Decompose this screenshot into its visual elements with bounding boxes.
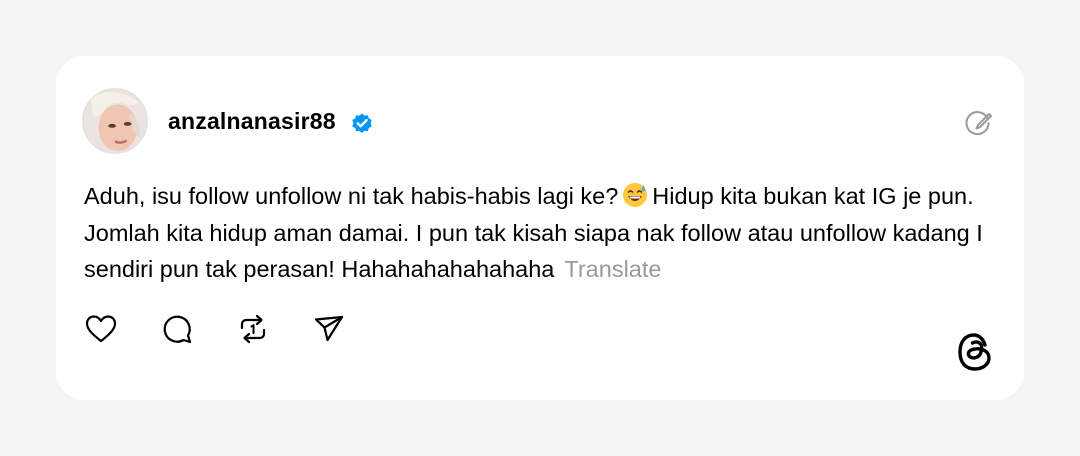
- avatar-image: [83, 89, 147, 153]
- compose-icon[interactable]: [964, 108, 994, 138]
- translate-link[interactable]: Translate: [564, 256, 661, 282]
- threads-logo-icon[interactable]: [956, 332, 994, 372]
- repost-button[interactable]: [236, 312, 270, 346]
- reply-button[interactable]: [160, 312, 194, 346]
- post-text: Aduh, isu follow unfollow ni tak habis-h…: [84, 178, 1004, 288]
- grinning-sweat-emoji-icon: [623, 183, 648, 207]
- like-button[interactable]: [84, 312, 118, 346]
- share-icon: [314, 315, 344, 342]
- verified-badge-icon: [352, 113, 372, 133]
- username-link[interactable]: anzalnanasir88: [168, 108, 336, 135]
- share-button[interactable]: [312, 312, 346, 346]
- post-text-part1: Aduh, isu follow unfollow ni tak habis-h…: [84, 183, 619, 209]
- avatar[interactable]: [82, 88, 148, 154]
- heart-icon: [85, 315, 117, 343]
- post-card: anzalnanasir88 Aduh, isu follow unfollow…: [56, 56, 1024, 400]
- comment-icon: [163, 315, 192, 344]
- repost-icon: [240, 314, 266, 344]
